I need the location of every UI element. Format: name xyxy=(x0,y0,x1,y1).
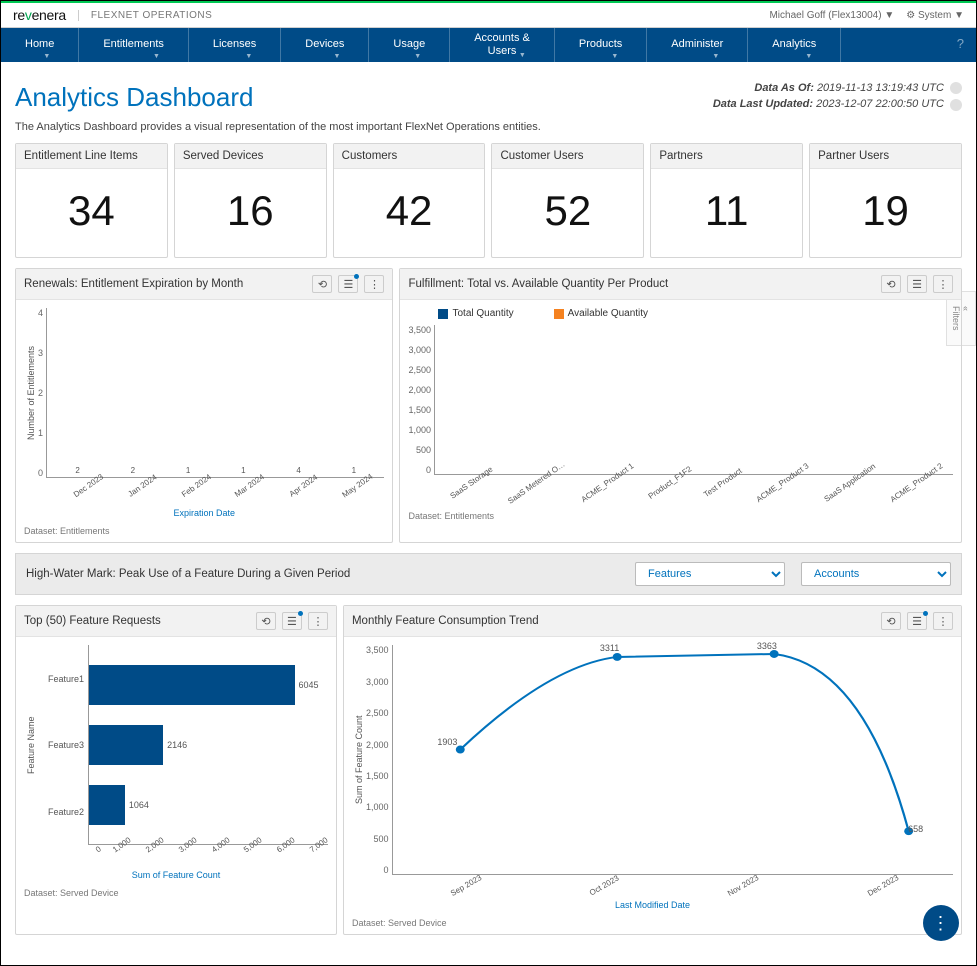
more-icon[interactable]: ⋮ xyxy=(933,275,953,293)
accounts-select[interactable]: Accounts xyxy=(801,562,951,586)
more-icon[interactable]: ⋮ xyxy=(364,275,384,293)
undo-icon[interactable]: ⟲ xyxy=(312,275,332,293)
nav-usage[interactable]: Usage▼ xyxy=(369,28,450,62)
nav-devices[interactable]: Devices▼ xyxy=(281,28,369,62)
user-menu[interactable]: Michael Goff (Flex13004) ▼ xyxy=(769,10,894,21)
nav-administer[interactable]: Administer▼ xyxy=(647,28,748,62)
logo: revenera xyxy=(13,7,66,23)
kpi-served-devices: Served Devices16 xyxy=(174,143,327,258)
fab-menu[interactable]: ⋮ xyxy=(923,905,959,941)
chart-top50: Top (50) Feature Requests ⟲ ☰ ⋮ Feature … xyxy=(15,605,337,935)
undo-icon[interactable]: ⟲ xyxy=(881,275,901,293)
filter-icon[interactable]: ☰ xyxy=(907,612,927,630)
fulfillment-bars xyxy=(434,325,953,475)
hiwater-title: High-Water Mark: Peak Use of a Feature D… xyxy=(26,568,350,580)
kpi-partners: Partners11 xyxy=(650,143,803,258)
kpi-customers: Customers42 xyxy=(333,143,486,258)
filter-icon[interactable]: ☰ xyxy=(338,275,358,293)
nav-home[interactable]: Home▼ xyxy=(1,28,79,62)
renewals-bars: 2 2 1 1 4 1 xyxy=(46,308,384,478)
nav-accounts-users[interactable]: Accounts &Users▼ xyxy=(450,28,555,62)
system-menu[interactable]: ⚙ System ▼ xyxy=(906,10,964,21)
topbar: revenera FLEXNET OPERATIONS Michael Goff… xyxy=(1,1,976,28)
top50-bars: 6045 2146 1064 xyxy=(88,645,328,845)
meta-block: Data As Of: 2019-11-13 13:19:43 UTC Data… xyxy=(713,82,962,114)
info-icon[interactable] xyxy=(950,99,962,111)
undo-icon[interactable]: ⟲ xyxy=(881,612,901,630)
chart-title: Top (50) Feature Requests xyxy=(24,615,161,627)
filter-icon[interactable]: ☰ xyxy=(282,612,302,630)
navbar: Home▼ Entitlements▼ Licenses▼ Devices▼ U… xyxy=(1,28,976,62)
kpi-customer-users: Customer Users52 xyxy=(491,143,644,258)
nav-licenses[interactable]: Licenses▼ xyxy=(189,28,281,62)
app-name: FLEXNET OPERATIONS xyxy=(78,10,212,21)
chart-trend: Monthly Feature Consumption Trend ⟲ ☰ ⋮ … xyxy=(343,605,962,935)
nav-analytics[interactable]: Analytics▼ xyxy=(748,28,841,62)
info-icon[interactable] xyxy=(950,82,962,94)
nav-entitlements[interactable]: Entitlements▼ xyxy=(79,28,189,62)
chart-fulfillment: Fulfillment: Total vs. Available Quantit… xyxy=(399,268,962,543)
gear-icon: ⚙ xyxy=(906,10,915,21)
kpi-entitlement-items: Entitlement Line Items34 xyxy=(15,143,168,258)
more-icon[interactable]: ⋮ xyxy=(308,612,328,630)
trend-line: 1903 3311 3363 658 xyxy=(392,645,954,875)
kpi-partner-users: Partner Users19 xyxy=(809,143,962,258)
more-icon[interactable]: ⋮ xyxy=(933,612,953,630)
chart-title: Monthly Feature Consumption Trend xyxy=(352,615,539,627)
nav-products[interactable]: Products▼ xyxy=(555,28,647,62)
chart-title: Renewals: Entitlement Expiration by Mont… xyxy=(24,278,243,290)
undo-icon[interactable]: ⟲ xyxy=(256,612,276,630)
chart-title: Fulfillment: Total vs. Available Quantit… xyxy=(408,278,668,290)
page-subtitle: The Analytics Dashboard provides a visua… xyxy=(15,121,962,133)
filter-icon[interactable]: ☰ xyxy=(907,275,927,293)
kpi-row: Entitlement Line Items34 Served Devices1… xyxy=(15,143,962,258)
hiwater-bar: High-Water Mark: Peak Use of a Feature D… xyxy=(15,553,962,595)
features-select[interactable]: Features xyxy=(635,562,785,586)
help-icon[interactable]: ? xyxy=(945,28,976,62)
chart-renewals: Renewals: Entitlement Expiration by Mont… xyxy=(15,268,393,543)
